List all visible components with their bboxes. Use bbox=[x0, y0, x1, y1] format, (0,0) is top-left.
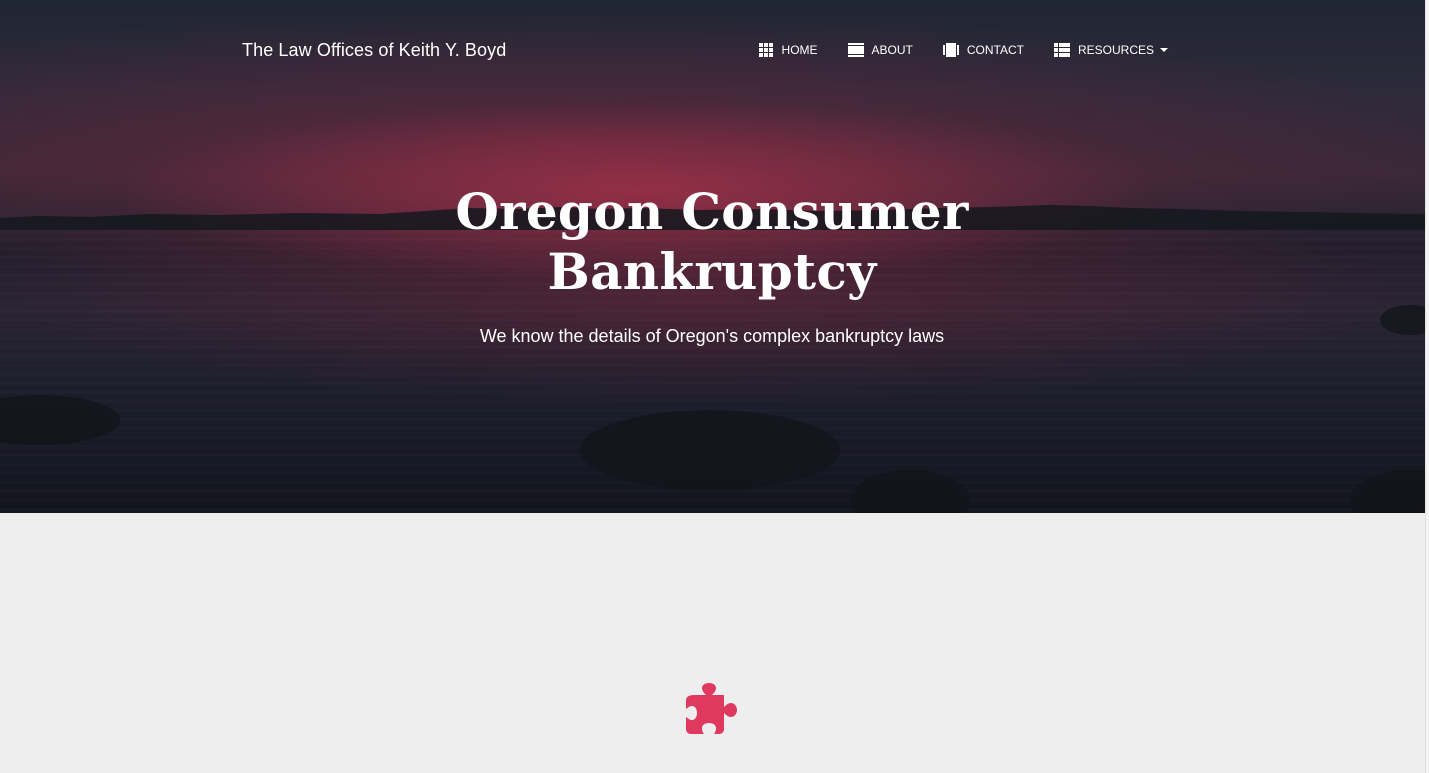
rock bbox=[580, 410, 840, 490]
carousel-icon bbox=[942, 43, 959, 57]
nav-menu: HOME ABOUT CONTACT RESOURCES bbox=[758, 43, 1168, 57]
hero-section: The Law Offices of Keith Y. Boyd HOME AB… bbox=[0, 0, 1425, 513]
page: The Law Offices of Keith Y. Boyd HOME AB… bbox=[0, 0, 1425, 773]
nav-item-about[interactable]: ABOUT bbox=[847, 43, 913, 57]
hero-title: Oregon Consumer Bankruptcy bbox=[312, 182, 1112, 302]
hero-title-line2: Bankruptcy bbox=[547, 242, 877, 301]
nav-label: HOME bbox=[781, 43, 818, 57]
nav-item-home[interactable]: HOME bbox=[758, 43, 818, 57]
nav-label: RESOURCES bbox=[1077, 43, 1154, 57]
hero-title-line1: Oregon Consumer bbox=[455, 182, 969, 241]
nav-label: CONTACT bbox=[966, 43, 1024, 57]
brand-link[interactable]: The Law Offices of Keith Y. Boyd bbox=[242, 40, 506, 61]
nav-item-resources[interactable]: RESOURCES bbox=[1053, 43, 1168, 57]
list-icon bbox=[1053, 43, 1070, 57]
nav-label: ABOUT bbox=[871, 43, 913, 57]
hero-subtitle: We know the details of Oregon's complex … bbox=[479, 326, 945, 346]
panel-icon bbox=[847, 43, 864, 57]
nav-item-contact[interactable]: CONTACT bbox=[942, 43, 1024, 57]
scrollbar-track[interactable] bbox=[1425, 0, 1429, 773]
navbar: The Law Offices of Keith Y. Boyd HOME AB… bbox=[242, 30, 1168, 70]
grid-icon bbox=[758, 43, 774, 57]
puzzle-icon bbox=[686, 683, 737, 734]
caret-down-icon bbox=[1160, 48, 1168, 52]
